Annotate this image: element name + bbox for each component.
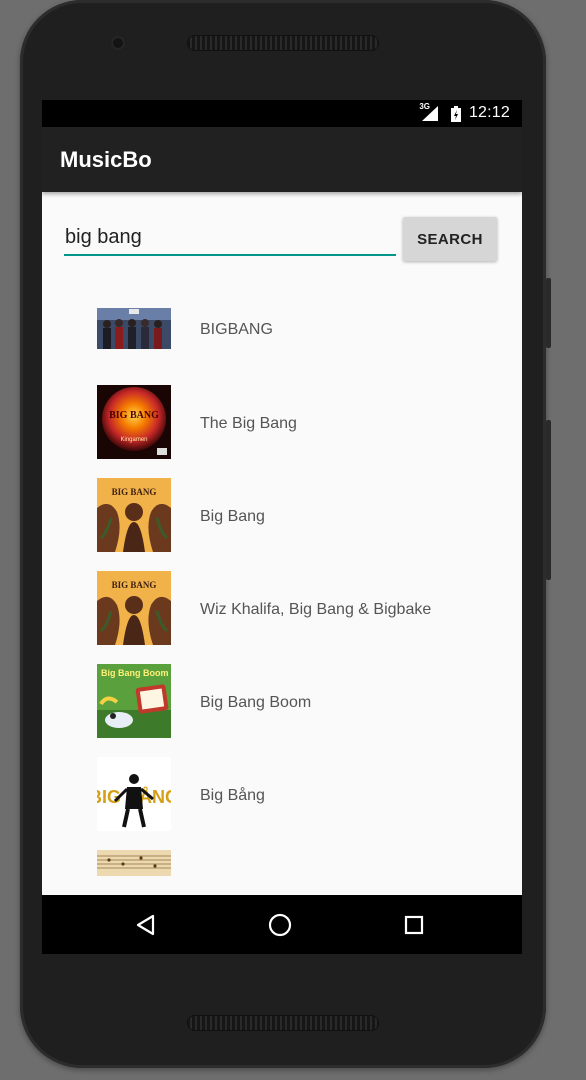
navigation-bar: [42, 895, 522, 954]
album-thumbnail: [97, 850, 171, 876]
list-item[interactable]: BIGBANG: [42, 295, 522, 388]
result-title: The Big Bang: [200, 415, 297, 432]
back-icon[interactable]: [126, 905, 166, 945]
album-thumbnail: Big Bang Boom: [97, 664, 171, 738]
result-title: BIGBANG: [200, 321, 273, 338]
album-thumbnail: BIG BANG: [97, 478, 171, 552]
album-thumbnail: BIG BANG Kingamen: [97, 385, 171, 459]
phone-screen: 3G 12:12 MusicBo SEARCH: [42, 100, 522, 954]
result-title: Wiz Khalifa, Big Bang & Bigbake: [200, 601, 432, 618]
front-camera: [111, 36, 125, 50]
list-item[interactable]: BIG BÅNG Big Bång: [42, 757, 522, 853]
search-input[interactable]: [64, 220, 396, 256]
album-thumbnail: BIG BANG: [97, 571, 171, 645]
result-title: Big Bang Boom: [200, 694, 312, 711]
list-item[interactable]: Big Bang Boom Big Bang Boom: [42, 664, 522, 760]
cover-text: BIG BANG: [112, 580, 157, 590]
cover-subtext: Kingamen: [120, 437, 147, 443]
home-icon[interactable]: [260, 905, 300, 945]
power-button: [546, 278, 551, 348]
result-title: Big Bång: [200, 787, 265, 804]
recents-icon[interactable]: [394, 905, 434, 945]
search-button[interactable]: SEARCH: [403, 217, 497, 261]
clock: 12:12: [468, 104, 510, 121]
bottom-speaker: [187, 1015, 379, 1031]
cover-text: BIG BANG: [112, 487, 157, 497]
cover-text: BIG BANG: [109, 410, 159, 421]
app-bar: MusicBo: [42, 127, 522, 192]
top-speaker: [187, 35, 379, 51]
result-title: Big Bang: [200, 508, 265, 525]
battery-icon: [451, 106, 461, 122]
list-item[interactable]: BIG BANG Kingamen The Big Bang: [42, 385, 522, 481]
status-bar: 3G 12:12: [42, 100, 522, 127]
list-item[interactable]: BIG BANG Wiz Khalifa, Big Bang & Bigbake: [42, 571, 522, 667]
album-thumbnail: [97, 308, 171, 349]
signal-icon: [422, 106, 438, 121]
list-item[interactable]: BIG BANG Big Bang: [42, 478, 522, 574]
cover-text: Big Bang Boom: [101, 668, 169, 678]
app-title: MusicBo: [60, 147, 152, 172]
album-thumbnail: BIG BÅNG: [97, 757, 171, 831]
volume-button: [546, 420, 551, 580]
